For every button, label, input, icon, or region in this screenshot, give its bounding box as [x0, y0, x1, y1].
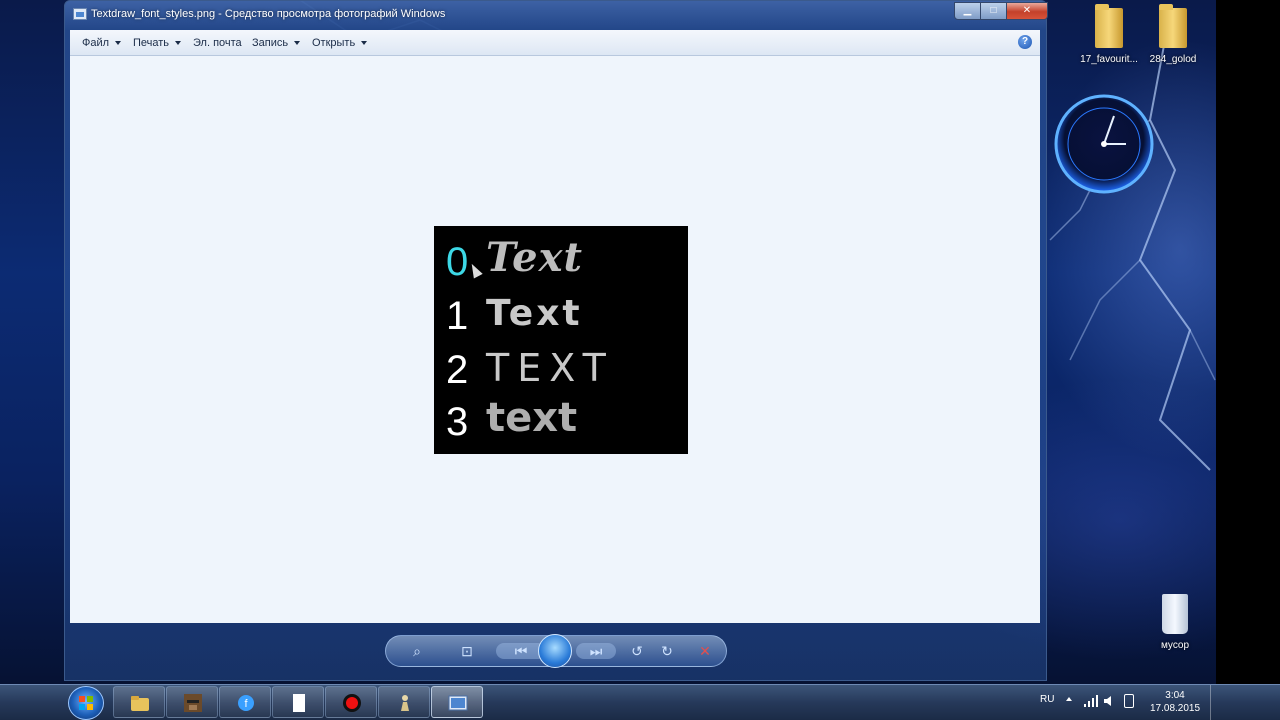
chevron-down-icon	[115, 41, 122, 46]
rotate-left-icon: ↺	[631, 643, 643, 659]
time: 3:04	[1165, 690, 1185, 701]
displayed-image: 0 Text 1 Text 2 TEXT 3 text	[434, 226, 688, 454]
minimize-icon: ▁	[963, 5, 972, 16]
start-button[interactable]	[68, 686, 104, 720]
menu-file[interactable]: Файл	[82, 37, 122, 49]
close-button[interactable]: ✕	[1006, 2, 1048, 20]
recycle-bin-icon	[1162, 594, 1188, 634]
game-avatar-icon	[184, 694, 202, 712]
desktop-icon-label: 284_golod	[1149, 54, 1197, 65]
clock-icon	[1054, 94, 1154, 194]
font-style-sample-1: Text	[486, 293, 583, 334]
menu-email[interactable]: Эл. почта	[193, 37, 242, 49]
show-desktop-button[interactable]	[1210, 685, 1217, 720]
desktop-icon-label: мусор	[1160, 640, 1190, 651]
chevron-down-icon	[361, 41, 368, 46]
font-style-sample-2: TEXT	[486, 346, 614, 390]
network-icon[interactable]	[1084, 695, 1098, 707]
next-icon: ⏭	[589, 643, 603, 659]
help-icon[interactable]: ?	[1018, 35, 1032, 49]
title-bar[interactable]: Textdraw_font_styles.png - Средство прос…	[65, 1, 1048, 29]
font-style-number-1: 1	[446, 294, 469, 338]
show-hidden-icons-icon[interactable]	[1066, 697, 1072, 701]
folder-icon	[1095, 4, 1123, 48]
close-icon: ✕	[1022, 5, 1032, 16]
image-canvas[interactable]: 0 Text 1 Text 2 TEXT 3 text	[70, 56, 1040, 623]
rotate-right-icon: ↻	[661, 643, 673, 659]
rotate-right-button[interactable]: ↻	[658, 643, 676, 659]
chevron-down-icon	[175, 41, 182, 46]
menu-label: Открыть	[312, 37, 356, 49]
menu-label: Печать	[133, 37, 170, 49]
delete-button[interactable]: ✕	[696, 643, 714, 659]
actual-size-button[interactable]: ⊡	[458, 643, 476, 659]
font-style-number-2: 2	[446, 348, 469, 392]
taskbar-photo-viewer[interactable]	[431, 686, 483, 718]
rotate-left-button[interactable]: ↺	[628, 643, 646, 659]
menu-bar: Файл Печать Эл. почта Запись Открыть ?	[70, 30, 1040, 56]
chevron-down-icon	[294, 41, 301, 46]
viewer-controls: ⌕ ⊡ ⏮ ⏭ ↺ ↻ ✕	[385, 634, 727, 668]
delete-icon: ✕	[699, 643, 711, 659]
photo-viewer-icon	[448, 695, 468, 711]
taskbar-game[interactable]	[166, 686, 218, 718]
taskbar-explorer[interactable]	[113, 686, 165, 718]
window-title: Textdraw_font_styles.png - Средство прос…	[91, 8, 446, 20]
folder-icon	[1159, 4, 1187, 48]
slideshow-button[interactable]	[538, 634, 572, 668]
document-icon	[293, 694, 305, 712]
font-style-number-0: 0	[446, 240, 469, 284]
menu-label: Запись	[252, 37, 289, 49]
menu-open[interactable]: Открыть	[312, 37, 368, 49]
desktop-icon-recycle-bin[interactable]: мусор	[1140, 594, 1210, 651]
clock[interactable]: 3:04 17.08.2015	[1150, 689, 1200, 715]
desktop-icon-17-favourit[interactable]: 17_favourit...	[1074, 4, 1144, 65]
windows-logo-icon	[79, 696, 93, 710]
clock-gadget[interactable]	[1054, 92, 1154, 196]
taskbar-document[interactable]	[272, 686, 324, 718]
menu-label: Файл	[82, 37, 110, 49]
taskbar-recorder[interactable]	[325, 686, 377, 718]
app-icon: f	[238, 695, 254, 711]
wallpaper-edge	[1216, 0, 1280, 684]
menu-burn[interactable]: Запись	[252, 37, 301, 49]
taskbar: f RU 3:04 17.08.2015	[0, 684, 1280, 720]
photo-viewer-window: Textdraw_font_styles.png - Средство прос…	[64, 0, 1048, 681]
desktop-icon-label: 17_favourit...	[1080, 54, 1138, 65]
font-style-number-3: 3	[446, 400, 469, 444]
previous-icon: ⏮	[514, 643, 528, 659]
taskbar-chess[interactable]	[378, 686, 430, 718]
desktop-icon-284-golod[interactable]: 284_golod	[1138, 4, 1208, 65]
power-icon[interactable]	[1124, 694, 1134, 708]
folder-icon	[131, 696, 149, 711]
font-style-sample-3: text	[486, 395, 578, 441]
language-indicator[interactable]: RU	[1040, 694, 1054, 705]
volume-icon[interactable]	[1104, 695, 1116, 707]
zoom-button[interactable]: ⌕	[408, 643, 426, 659]
maximize-button[interactable]: □	[980, 2, 1007, 20]
zoom-icon: ⌕	[413, 643, 421, 659]
next-button[interactable]: ⏭	[576, 643, 616, 659]
record-icon	[343, 694, 361, 712]
date: 17.08.2015	[1150, 703, 1201, 714]
menu-print[interactable]: Печать	[133, 37, 182, 49]
menu-label: Эл. почта	[193, 37, 242, 49]
chess-pawn-icon	[401, 695, 409, 711]
photo-viewer-app-icon	[73, 8, 87, 20]
font-style-sample-0: Text	[486, 234, 583, 281]
maximize-icon: □	[990, 5, 997, 16]
minimize-button[interactable]: ▁	[954, 2, 981, 20]
fit-window-icon: ⊡	[461, 643, 473, 659]
taskbar-app[interactable]: f	[219, 686, 271, 718]
